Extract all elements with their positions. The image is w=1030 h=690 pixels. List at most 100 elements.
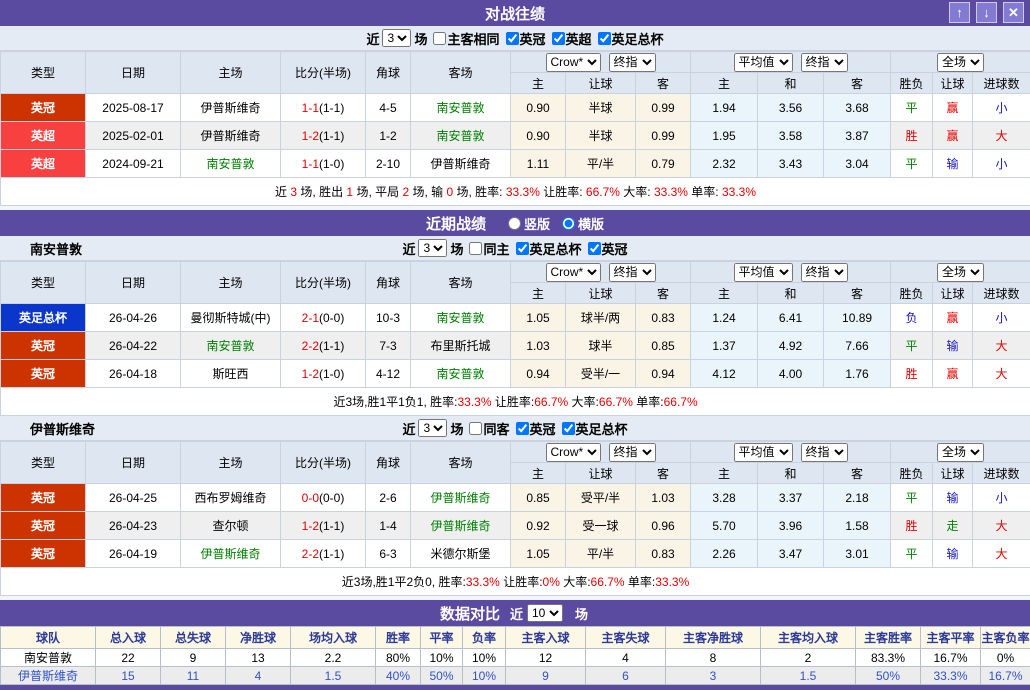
sub-column-header: 进球数 (973, 283, 1030, 304)
comparison-header-cell: 总入球 (96, 627, 161, 649)
comparison-header-cell: 平率 (421, 627, 463, 649)
filter-checkbox[interactable] (506, 32, 519, 45)
half-time-score: (1-0) (319, 367, 344, 381)
avg-group-header: 平均值终指 (691, 262, 891, 283)
summary-text: 近3场,胜1平1负1, 胜率:33.3% 让胜率:66.7% 大率:66.7% … (1, 388, 1030, 416)
scope-select[interactable]: 全场 (937, 263, 984, 282)
summary-text: 近 3 场, 胜出 1 场, 平局 2 场, 输 0 场, 胜率: 33.3% … (1, 178, 1030, 206)
filter-checkbox[interactable] (433, 32, 446, 45)
result-outcome: 胜 (891, 512, 933, 540)
close-icon[interactable]: ✕ (1003, 2, 1024, 23)
final-odds-select[interactable]: 终指 (609, 443, 656, 462)
filter-checkbox[interactable] (469, 422, 482, 435)
result-outcome: 平 (891, 332, 933, 360)
avg-away: 3.04 (824, 150, 891, 178)
avg-value-select[interactable]: 平均值 (734, 263, 793, 282)
h2h-count-select[interactable]: 3 (382, 29, 411, 47)
summary-segment: 66.7% (534, 395, 568, 409)
odds-company-select[interactable]: Crow* (546, 443, 601, 462)
layout-radio-label: 横版 (578, 214, 604, 233)
final-odds-select[interactable]: 终指 (609, 53, 656, 72)
comparison-header-cell: 场均入球 (291, 627, 376, 649)
result-handicap: 赢 (933, 94, 973, 122)
avg-home: 5.70 (691, 512, 758, 540)
filter-checkbox-label: 主客相同 (447, 29, 499, 48)
filter-checkbox[interactable] (469, 242, 482, 255)
table-header-row: 类型日期主场比分(半场)角球客场Crow*终指平均值终指全场 (1, 262, 1030, 283)
comparison-header-cell: 主客负率 (981, 627, 1030, 649)
comparison-cell: 10% (463, 667, 506, 685)
half-time-score: (0-0) (319, 491, 344, 505)
result-goals: 小 (973, 150, 1030, 178)
summary-segment: 66.7% (591, 575, 625, 589)
away-team: 南安普敦 (411, 360, 511, 388)
filter-checkbox[interactable] (562, 422, 575, 435)
avg-value-select[interactable]: 平均值 (734, 53, 793, 72)
filter-checkbox[interactable] (552, 32, 565, 45)
summary-segment: 33.3% (466, 575, 500, 589)
match-date: 26-04-26 (86, 304, 181, 332)
half-time-score: (1-1) (319, 101, 344, 115)
avg-final-select[interactable]: 终指 (801, 443, 848, 462)
avg-away: 2.18 (824, 484, 891, 512)
handicap-line: 球半/两 (566, 304, 636, 332)
odds-away: 0.83 (636, 304, 691, 332)
layout-radio-label: 竖版 (524, 214, 550, 233)
avg-home: 1.24 (691, 304, 758, 332)
final-odds-select[interactable]: 终指 (609, 263, 656, 282)
score: 2-2(1-1) (281, 540, 366, 568)
avg-final-select[interactable]: 终指 (801, 53, 848, 72)
filter-checkbox[interactable] (598, 32, 611, 45)
sub-column-header: 进球数 (973, 463, 1030, 484)
scope-select[interactable]: 全场 (937, 53, 984, 72)
comparison-cell: 50% (421, 667, 463, 685)
layout-radio[interactable] (508, 217, 521, 230)
summary-segment: 33.3% (457, 395, 491, 409)
bottom-strip (0, 685, 1030, 690)
team-count-select[interactable]: 3 (418, 239, 447, 257)
handicap-line: 受一球 (566, 512, 636, 540)
near-label: 近 (402, 239, 415, 258)
move-up-icon[interactable]: ↑ (949, 2, 970, 23)
compare-count-select[interactable]: 10 (527, 604, 563, 622)
away-team: 伊普斯维奇 (411, 512, 511, 540)
corners: 4-12 (366, 360, 411, 388)
result-goals: 大 (973, 512, 1030, 540)
comparison-cell: 2 (761, 649, 856, 667)
sub-column-header: 主 (691, 73, 758, 94)
layout-radio[interactable] (562, 217, 575, 230)
comparison-cell: 16.7% (921, 649, 981, 667)
odds-company-select[interactable]: Crow* (546, 53, 601, 72)
away-team: 伊普斯维奇 (411, 150, 511, 178)
comparison-header-cell: 净胜球 (226, 627, 291, 649)
odds-company-select[interactable]: Crow* (546, 263, 601, 282)
corners: 1-4 (366, 512, 411, 540)
filter-checkbox[interactable] (516, 242, 529, 255)
match-row: 英冠26-04-18斯旺西1-2(1-0)4-12南安普敦0.94受半/一0.9… (1, 360, 1030, 388)
away-team: 南安普敦 (411, 122, 511, 150)
column-header: 客场 (411, 442, 511, 484)
match-row: 英超2025-02-01伊普斯维奇1-2(1-1)1-2南安普敦0.90半球0.… (1, 122, 1030, 150)
filter-checkbox[interactable] (588, 242, 601, 255)
avg-final-select[interactable]: 终指 (801, 263, 848, 282)
table-header-row: 类型日期主场比分(半场)角球客场Crow*终指平均值终指全场 (1, 442, 1030, 463)
handicap-line: 受平/半 (566, 484, 636, 512)
summary-segment: 场, 胜出 (297, 185, 346, 199)
move-down-icon[interactable]: ↓ (976, 2, 997, 23)
avg-value-select[interactable]: 平均值 (734, 443, 793, 462)
team-count-select[interactable]: 3 (418, 419, 447, 437)
scope-select[interactable]: 全场 (937, 443, 984, 462)
half-time-score: (1-1) (319, 547, 344, 561)
summary-segment: 让胜率: (500, 575, 543, 589)
avg-home: 1.94 (691, 94, 758, 122)
handicap-line: 球半 (566, 332, 636, 360)
odds-away: 0.99 (636, 122, 691, 150)
filter-checkbox[interactable] (516, 422, 529, 435)
column-header: 日期 (86, 52, 181, 94)
away-team: 伊普斯维奇 (411, 484, 511, 512)
column-header: 类型 (1, 262, 86, 304)
sub-column-header: 让球 (933, 463, 973, 484)
odds-away: 0.83 (636, 540, 691, 568)
result-outcome: 负 (891, 304, 933, 332)
result-outcome: 平 (891, 94, 933, 122)
